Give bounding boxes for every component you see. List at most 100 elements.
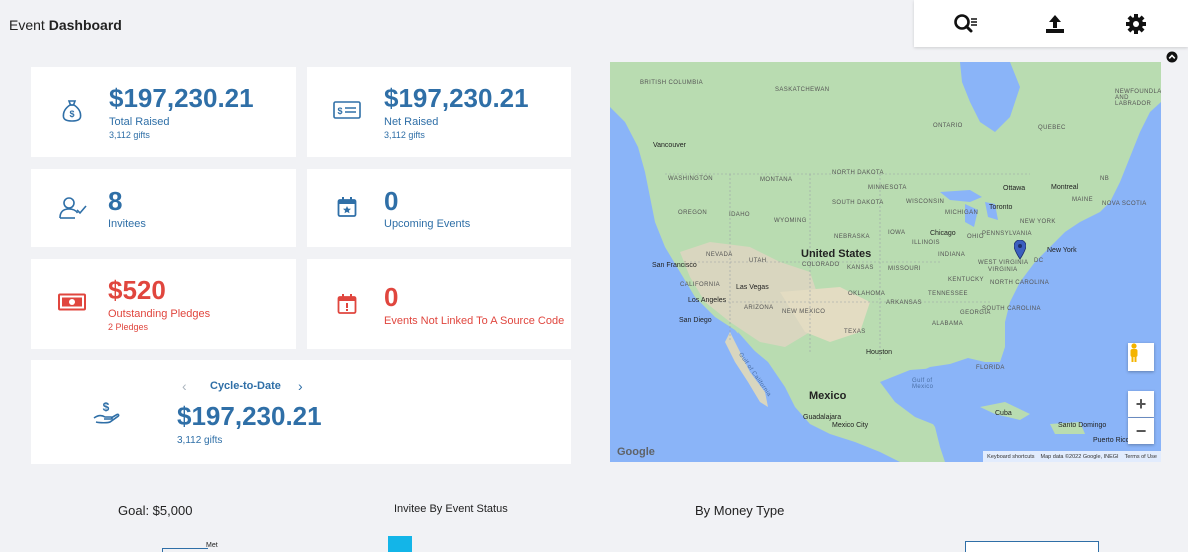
outstanding-pledges-value: $520 [108, 275, 166, 305]
map-label-idaho: IDAHO [729, 212, 751, 218]
goal-title: Goal: $5,000 [118, 503, 193, 518]
page-title: Event Dashboard [9, 17, 122, 33]
map-city-san-diego: San Diego [679, 317, 712, 324]
map-label-nevada: NEVADA [706, 252, 733, 258]
terms-of-use-link[interactable]: Terms of Use [1125, 454, 1157, 460]
upcoming-events-value: 0 [384, 186, 399, 216]
map-city-las-vegas: Las Vegas [736, 284, 769, 291]
map-label-georgia: GEORGIA [960, 310, 991, 316]
map-city-los-angeles: Los Angeles [688, 297, 727, 304]
map-city-ottawa: Ottawa [1003, 185, 1026, 192]
event-map[interactable]: BRITISH COLUMBIA SASKATCHEWAN NEWFOUNDLA… [610, 62, 1161, 462]
map-water-gulf-of-mexico: Gulf of Mexico [912, 378, 934, 390]
map-label-british-columbia: BRITISH COLUMBIA [640, 80, 704, 86]
goal-met-label: Met [206, 542, 218, 549]
calendar-star-icon [336, 195, 358, 219]
map-label-tennessee: TENNESSEE [928, 291, 968, 297]
map-label-colorado: COLORADO [802, 262, 840, 268]
map-label-washington: WASHINGTON [668, 176, 714, 182]
total-raised-card[interactable]: $ $197,230.21 Total Raised 3,112 gifts [31, 67, 296, 157]
map-label-maine: MAINE [1072, 197, 1094, 203]
net-raised-card[interactable]: $ $197,230.21 Net Raised 3,112 gifts [307, 67, 571, 157]
map-label-texas: TEXAS [844, 329, 866, 335]
map-label-alabama: ALABAMA [932, 321, 964, 327]
map-label-quebec: QUEBEC [1038, 125, 1066, 131]
map-footer: Keyboard shortcuts Map data ©2022 Google… [983, 451, 1161, 462]
street-view-button[interactable] [1128, 343, 1154, 371]
invitees-card[interactable]: 8 Invitees [31, 169, 296, 247]
map-label-montana: MONTANA [760, 177, 793, 183]
upload-icon [1046, 15, 1064, 33]
map-label-saskatchewan: SASKATCHEWAN [775, 87, 830, 93]
map-label-dc: DC [1034, 258, 1044, 264]
map-label-newfoundland: NEWFOUNDLAND AND LABRADOR [1115, 89, 1161, 107]
pegman-icon [1130, 343, 1138, 362]
upload-button[interactable] [1041, 10, 1069, 38]
cycle-sub: 3,112 gifts [177, 435, 223, 446]
map-label-utah: UTAH [749, 258, 767, 264]
map-label-pennsylvania: PENNSYLVANIA [982, 231, 1032, 237]
invitee-status-title: Invitee By Event Status [394, 503, 508, 515]
cycle-prev-button[interactable]: ‹ [182, 378, 187, 394]
map-city-guadalajara: Guadalajara [803, 414, 842, 421]
chevron-up-icon [1166, 51, 1178, 63]
settings-button[interactable] [1122, 10, 1150, 38]
outstanding-pledges-label: Outstanding Pledges [108, 308, 211, 320]
svg-text:$: $ [103, 400, 110, 414]
google-logo: Google [617, 446, 655, 458]
map-label-wyoming: WYOMING [774, 218, 807, 224]
map-country-mexico: Mexico [809, 390, 847, 402]
map-label-oregon: OREGON [678, 210, 708, 216]
map-label-kansas: KANSAS [847, 265, 874, 271]
upcoming-events-card[interactable]: 0 Upcoming Events [307, 169, 571, 247]
map-label-missouri: MISSOURI [888, 266, 921, 272]
map-label-iowa: IOWA [888, 230, 906, 236]
money-type-title: By Money Type [695, 503, 785, 518]
keyboard-shortcuts-link[interactable]: Keyboard shortcuts [987, 454, 1034, 460]
outstanding-pledges-card[interactable]: $520 Outstanding Pledges 2 Pledges [31, 259, 296, 349]
map-city-toronto: Toronto [989, 204, 1013, 211]
map-data-attribution: Map data ©2022 Google, INEGI [1040, 453, 1119, 460]
money-type-legend-box [965, 541, 1099, 552]
map-label-michigan: MICHIGAN [945, 210, 979, 216]
page-title-prefix: Event [9, 17, 45, 33]
collapse-button[interactable] [1166, 50, 1178, 63]
total-raised-label: Total Raised [109, 116, 170, 128]
zoom-out-button[interactable]: − [1128, 418, 1154, 444]
cycle-to-date-card: $ ‹ Cycle-to-Date › $197,230.21 3,112 gi… [31, 360, 571, 464]
total-raised-value: $197,230.21 [109, 83, 254, 113]
map-label-new-york: NEW YORK [1020, 219, 1056, 225]
total-raised-sub: 3,112 gifts [109, 130, 150, 140]
search-list-icon [954, 14, 977, 33]
map-city-san-francisco: San Francisco [652, 262, 697, 269]
unlinked-events-card[interactable]: 0 Events Not Linked To A Source Code [307, 259, 571, 349]
map-label-north-carolina: NORTH CAROLINA [990, 280, 1050, 286]
toolbar [914, 0, 1188, 47]
invitees-value: 8 [108, 186, 123, 216]
map-city-chicago: Chicago [930, 230, 956, 237]
outstanding-pledges-sub: 2 Pledges [108, 322, 149, 332]
map-city-montreal: Montreal [1051, 184, 1079, 191]
search-list-button[interactable] [952, 10, 980, 38]
map-city-puerto-rico: Puerto Rico [1093, 437, 1130, 444]
map-label-florida: FLORIDA [976, 365, 1005, 371]
map-city-new-york: New York [1047, 247, 1077, 254]
map-label-ontario: ONTARIO [933, 123, 963, 129]
check-icon: $ [333, 99, 361, 121]
map-label-new-mexico: NEW MEXICO [782, 309, 826, 315]
map-label-minnesota: MINNESOTA [868, 185, 907, 191]
map-label-arkansas: ARKANSAS [886, 300, 922, 306]
calendar-alert-icon [336, 292, 358, 316]
map-label-arizona: ARIZONA [744, 305, 774, 311]
hand-money-icon: $ [92, 400, 120, 426]
page-title-main: Dashboard [48, 17, 122, 33]
cycle-next-button[interactable]: › [298, 378, 303, 394]
map-label-nb: NB [1100, 176, 1110, 182]
cycle-value: $197,230.21 [177, 401, 322, 431]
map-label-oklahoma: OKLAHOMA [848, 291, 886, 297]
map-label-wisconsin: WISCONSIN [906, 199, 945, 205]
zoom-in-button[interactable]: + [1128, 391, 1154, 417]
map-label-virginia: VIRGINIA [988, 267, 1018, 273]
map-label-indiana: INDIANA [938, 252, 966, 258]
map-label-west-virginia: WEST VIRGINIA [978, 260, 1029, 266]
